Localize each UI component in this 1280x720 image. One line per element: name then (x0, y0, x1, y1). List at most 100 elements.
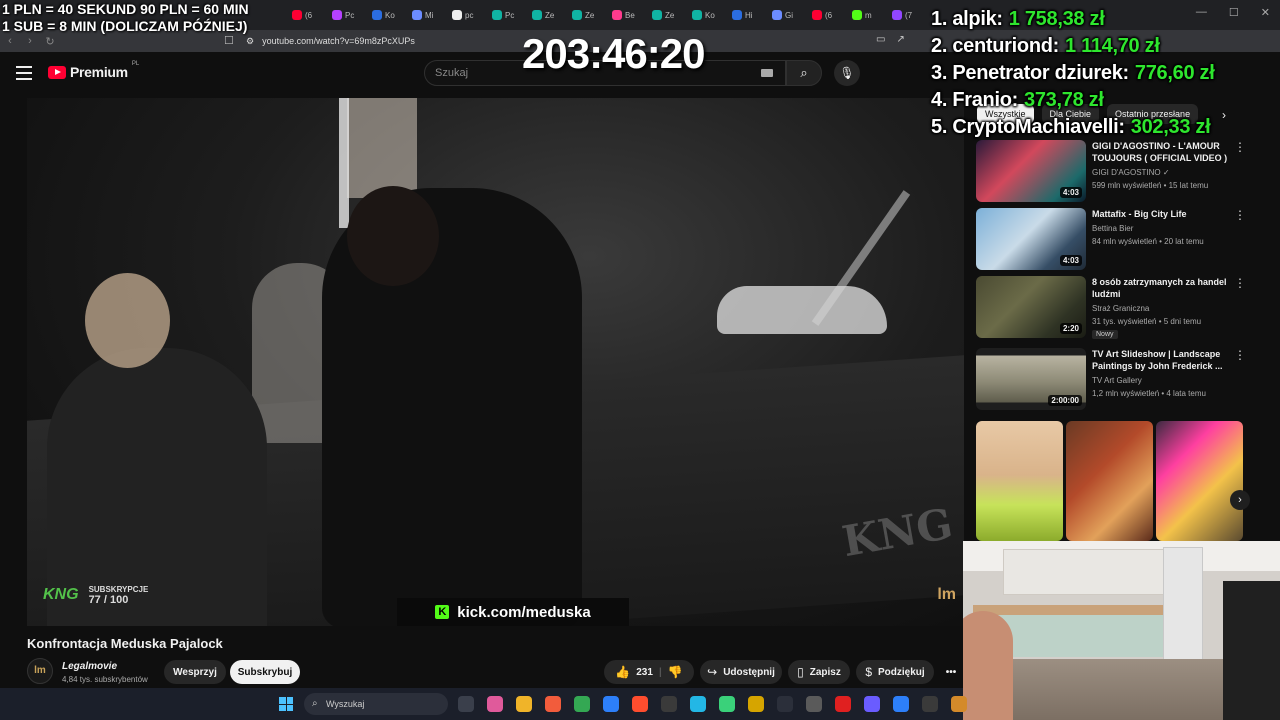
cast-icon[interactable]: ▭ (876, 34, 885, 45)
recommendation-item[interactable]: 2:00:00 TV Art Slideshow | Landscape Pai… (976, 348, 1248, 412)
video-thumbnail[interactable]: 2:20 (976, 276, 1086, 338)
taskbar-app-icon[interactable] (574, 696, 590, 712)
browser-tab[interactable]: Ze (526, 4, 564, 26)
channel-name[interactable]: Legalmovie (62, 661, 117, 672)
more-actions-button[interactable]: ••• (938, 660, 964, 684)
taskbar-app-icon[interactable] (806, 696, 822, 712)
taskbar-app-icon[interactable] (690, 696, 706, 712)
recommendation-title[interactable]: 8 osób zatrzymanych za handel ludźmi (1092, 276, 1232, 300)
like-count[interactable]: 231 (636, 667, 653, 678)
video-thumbnail[interactable]: 4:03 (976, 140, 1086, 202)
tab-favicon-icon (692, 10, 702, 20)
share-icon[interactable]: ↗ (896, 34, 904, 45)
taskbar-app-icon[interactable] (632, 696, 648, 712)
keyboard-icon[interactable] (761, 69, 773, 77)
recommendation-title[interactable]: GIGI D'AGOSTINO - L'AMOUR TOUJOURS ( OFF… (1092, 140, 1232, 164)
recommendation-channel[interactable]: GIGI D'AGOSTINO ✓ (1092, 168, 1170, 177)
browser-tab[interactable]: (6 (806, 4, 844, 26)
thanks-button[interactable]: $ Podziękuj (856, 660, 934, 684)
back-icon[interactable]: ‹ (0, 35, 20, 47)
browser-tab[interactable]: (6 (286, 4, 324, 26)
video-thumbnail[interactable]: 4:03 (976, 208, 1086, 270)
youtube-logo[interactable]: Premium PL (48, 61, 139, 80)
like-dislike-group: 👍 231 | 👎 (604, 660, 694, 684)
browser-tab[interactable]: Be (606, 4, 644, 26)
site-info-icon[interactable]: ⚙ (246, 36, 254, 47)
shorts-next-icon[interactable]: › (1230, 490, 1250, 510)
more-vert-icon[interactable]: ⋮ (1234, 276, 1246, 290)
taskbar-app-icon[interactable] (516, 696, 532, 712)
chips-next-icon[interactable]: › (1222, 108, 1226, 122)
save-button[interactable]: ▯ Zapisz (788, 660, 850, 684)
forward-icon[interactable]: › (20, 35, 40, 47)
short-thumbnail[interactable] (1066, 421, 1153, 541)
tab-favicon-icon (412, 10, 422, 20)
video-duration: 2:20 (1059, 323, 1082, 334)
dislike-icon[interactable]: 👎 (668, 665, 683, 679)
support-button[interactable]: Wesprzyj (164, 660, 226, 684)
short-thumbnail[interactable] (1156, 421, 1243, 541)
taskbar-search-input[interactable]: ⌕ Wyszukaj (304, 693, 448, 715)
recommendation-item[interactable]: 2:20 8 osób zatrzymanych za handel ludźm… (976, 276, 1248, 340)
bookmark-icon[interactable]: ☐ (224, 34, 234, 47)
recommendation-title[interactable]: Mattafix - Big City Life (1092, 208, 1232, 220)
leaderboard-donor-name: 2. centuriond: (931, 35, 1060, 57)
taskbar-app-icon[interactable] (864, 696, 880, 712)
taskbar-app-icon[interactable] (458, 696, 474, 712)
browser-tab[interactable]: Hi (726, 4, 764, 26)
taskbar-app-icon[interactable] (545, 696, 561, 712)
browser-tab[interactable]: Gi (766, 4, 804, 26)
browser-tab[interactable]: m (846, 4, 884, 26)
more-vert-icon[interactable]: ⋮ (1234, 208, 1246, 222)
taskbar-app-icon[interactable] (661, 696, 677, 712)
recommendation-title[interactable]: TV Art Slideshow | Landscape Paintings b… (1092, 348, 1232, 372)
browser-tab[interactable]: Mi (406, 4, 444, 26)
tab-label: Ze (665, 10, 675, 20)
short-thumbnail[interactable] (976, 421, 1063, 541)
recommendation-channel[interactable]: Straż Graniczna (1092, 304, 1149, 313)
browser-tab[interactable]: Pc (326, 4, 364, 26)
maximize-icon[interactable]: ☐ (1229, 6, 1239, 19)
channel-avatar[interactable]: lm (27, 658, 53, 684)
shorts-shelf (976, 421, 1244, 541)
taskbar-app-icon[interactable] (603, 696, 619, 712)
hamburger-menu-icon[interactable] (16, 66, 32, 80)
taskbar-app-icon[interactable] (922, 696, 938, 712)
like-icon[interactable]: 👍 (615, 665, 630, 679)
taskbar-app-icon[interactable] (777, 696, 793, 712)
subscribe-button[interactable]: Subskrybuj (230, 660, 300, 684)
recommendation-channel[interactable]: TV Art Gallery (1092, 376, 1142, 385)
browser-tab[interactable]: Ze (646, 4, 684, 26)
more-vert-icon[interactable]: ⋮ (1234, 348, 1246, 362)
taskbar-app-icon[interactable] (719, 696, 735, 712)
taskbar-app-icon[interactable] (893, 696, 909, 712)
reload-icon[interactable]: ↻ (40, 35, 60, 48)
close-icon[interactable]: ✕ (1261, 6, 1270, 19)
voice-search-button[interactable]: 🎙 (834, 60, 860, 86)
more-vert-icon[interactable]: ⋮ (1234, 140, 1246, 154)
browser-tab[interactable]: Ze (566, 4, 604, 26)
donation-rules-overlay: 1 PLN = 40 SEKUND 90 PLN = 60 MIN 1 SUB … (2, 1, 249, 35)
video-frame-head-center (347, 186, 439, 286)
video-player[interactable]: KNG KNG SUBSKRYPCJE 77 / 100 K kick.com/… (27, 98, 964, 626)
taskbar-app-icon[interactable] (487, 696, 503, 712)
recommendation-channel[interactable]: Bettina Bier (1092, 224, 1133, 233)
video-thumbnail[interactable]: 2:00:00 (976, 348, 1086, 410)
recommendation-item[interactable]: 4:03 GIGI D'AGOSTINO - L'AMOUR TOUJOURS … (976, 140, 1248, 204)
taskbar-app-icon[interactable] (835, 696, 851, 712)
taskbar-app-icon[interactable] (748, 696, 764, 712)
url-text[interactable]: youtube.com/watch?v=69m8zPcXUPs (262, 36, 415, 46)
search-button[interactable]: ⌕ (786, 60, 822, 86)
recommendation-item[interactable]: 4:03 Mattafix - Big City Life Bettina Bi… (976, 208, 1248, 272)
browser-tab[interactable]: Pc (486, 4, 524, 26)
windows-start-icon[interactable] (279, 697, 293, 711)
recommendation-meta: 1,2 mln wyświetleń • 4 lata temu (1092, 389, 1206, 398)
taskbar-app-icon[interactable] (951, 696, 967, 712)
browser-tab[interactable]: Ko (366, 4, 404, 26)
browser-tab[interactable]: (7 (886, 4, 924, 26)
browser-tab[interactable]: pc (446, 4, 484, 26)
share-button[interactable]: ↪ Udostępnij (700, 660, 782, 684)
tab-favicon-icon (492, 10, 502, 20)
channel-subscriber-count: 4,84 tys. subskrybentów (62, 675, 148, 684)
browser-tab[interactable]: Ko (686, 4, 724, 26)
